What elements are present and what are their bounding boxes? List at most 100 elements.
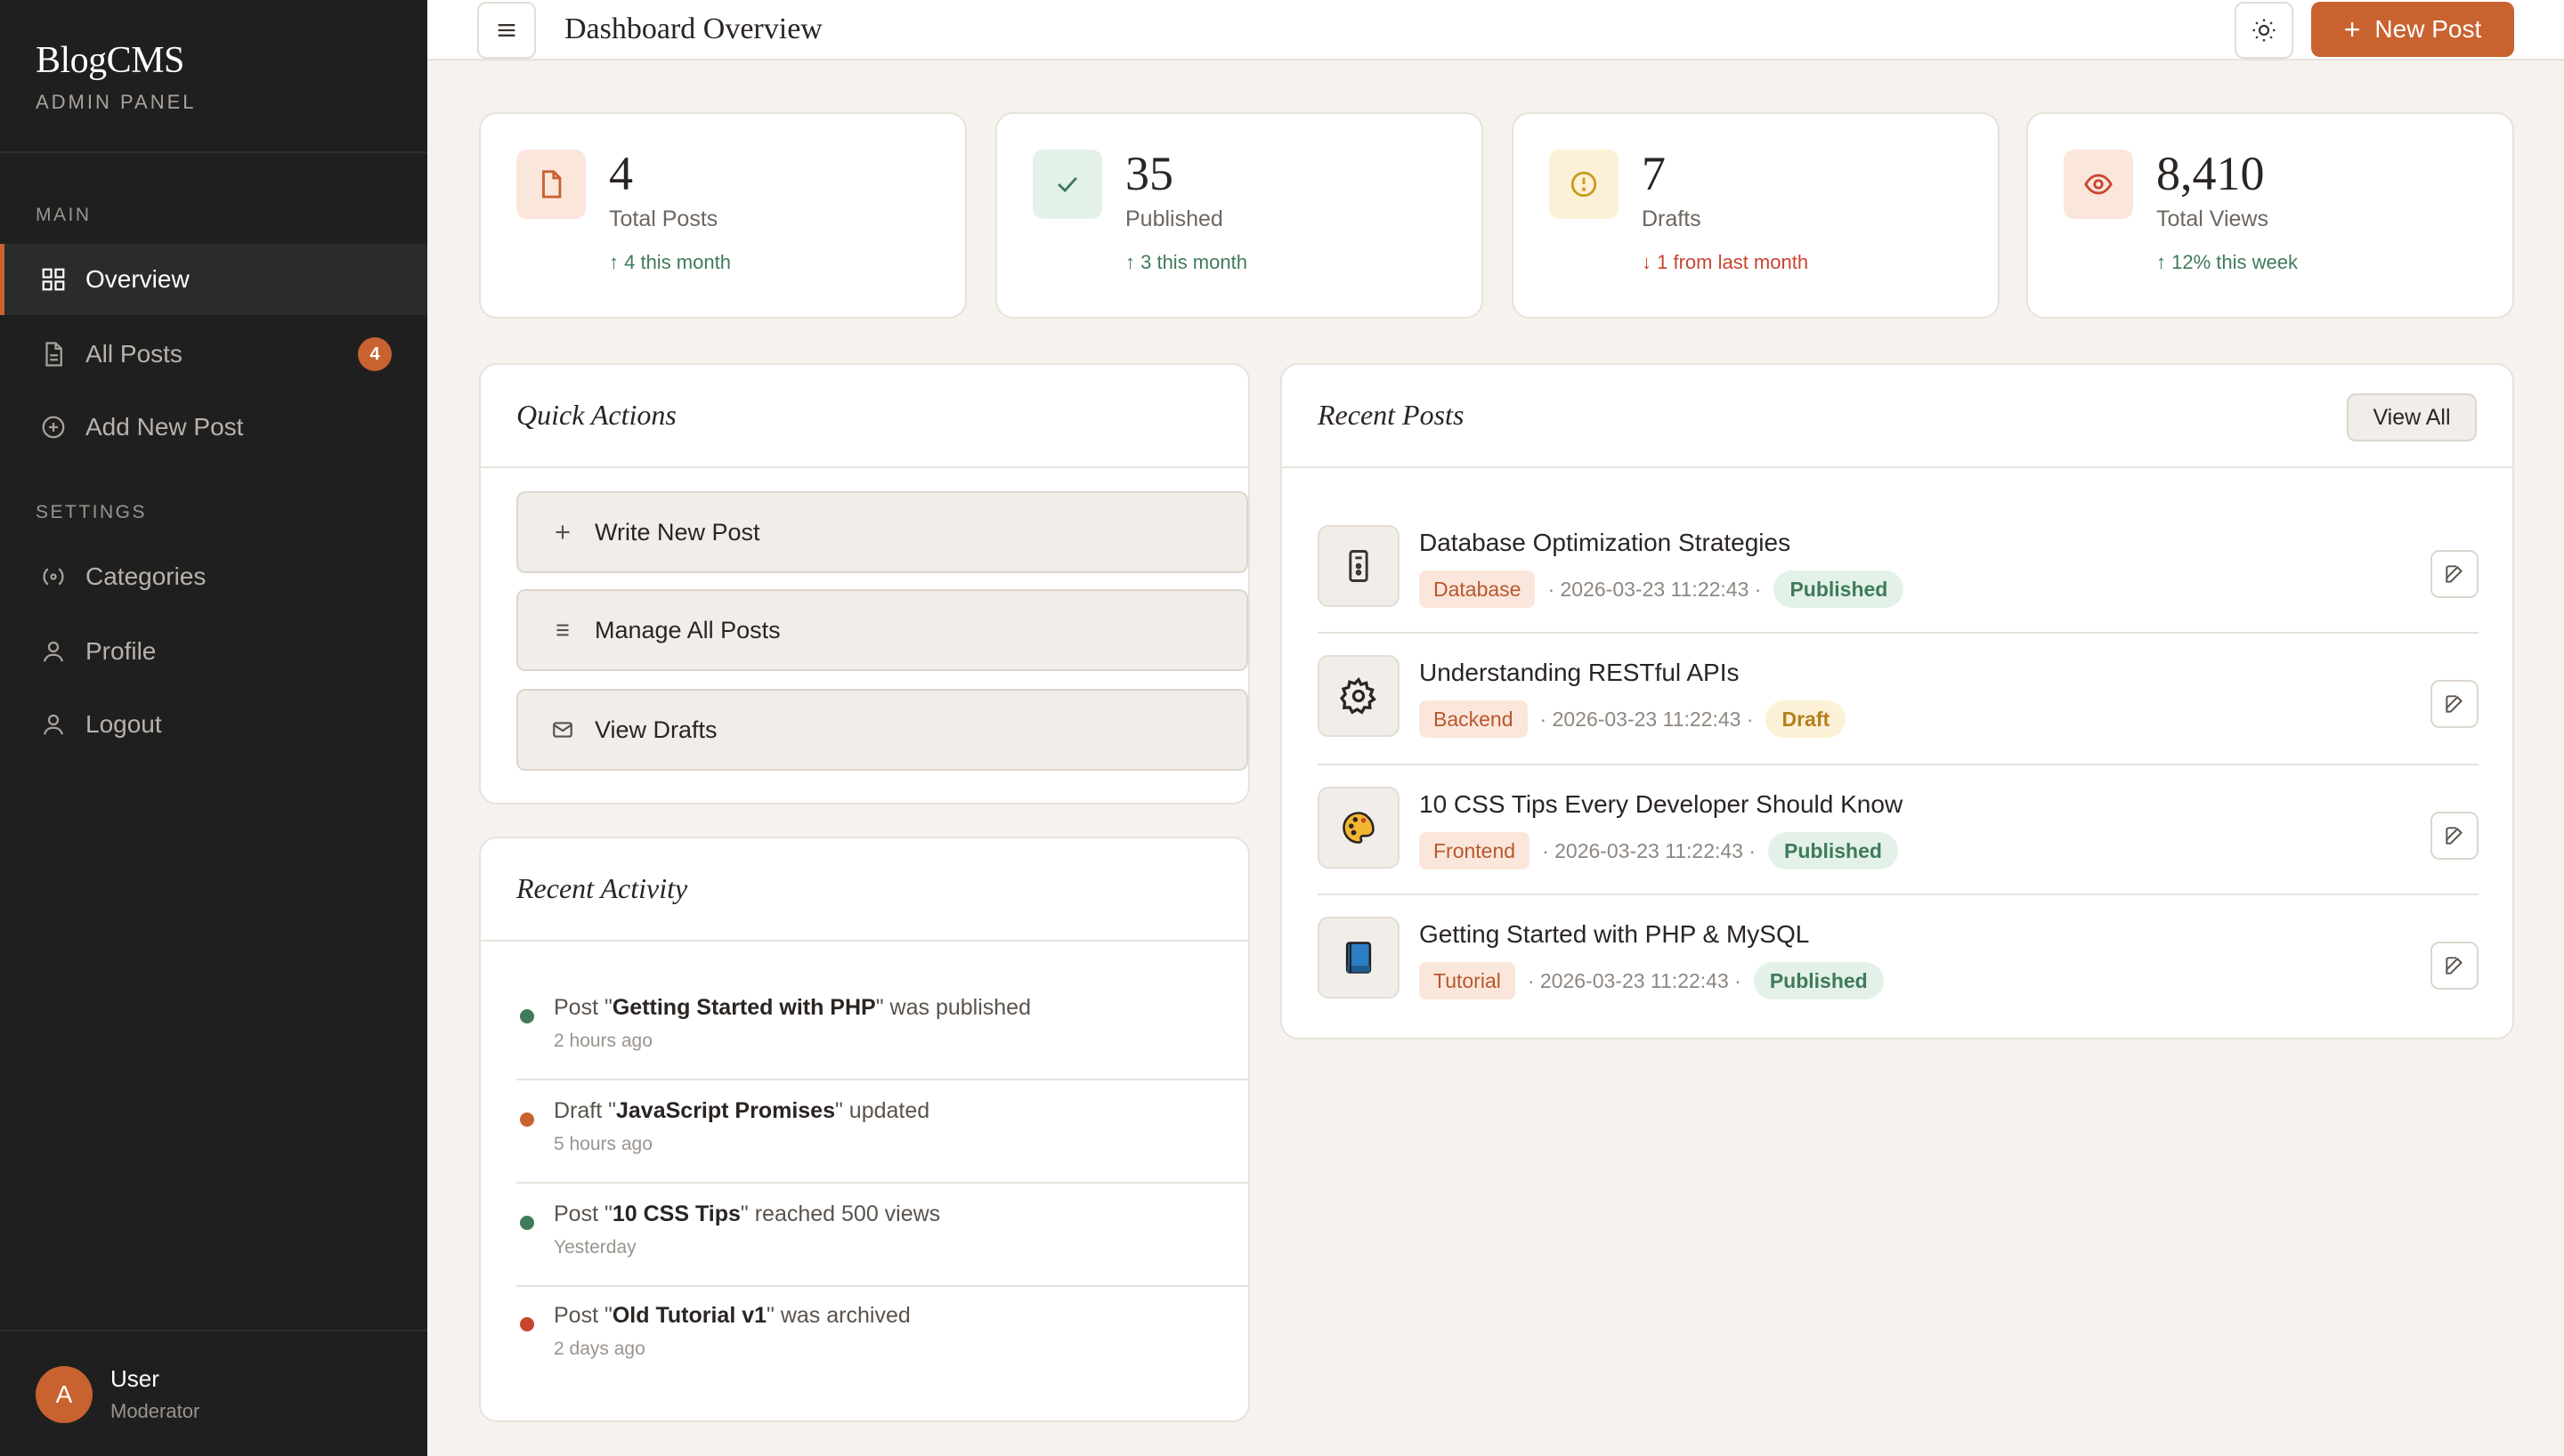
- sidebar-item-overview[interactable]: Overview: [0, 244, 427, 315]
- status-badge: Published: [1753, 962, 1884, 999]
- menu-toggle-button[interactable]: [477, 2, 536, 59]
- user-icon: [39, 637, 68, 666]
- post-title[interactable]: Understanding RESTful APIs: [1419, 659, 1740, 687]
- new-post-button[interactable]: + New Post: [2311, 2, 2514, 57]
- eye-icon: [2064, 150, 2133, 219]
- post-title[interactable]: 10 CSS Tips Every Developer Should Know: [1419, 790, 1903, 819]
- stat-label: Total Posts: [609, 206, 718, 231]
- activity-dot: [520, 1317, 534, 1331]
- category-tag: Database: [1419, 570, 1536, 608]
- brand-subtitle: ADMIN PANEL: [36, 91, 197, 113]
- stat-trend: ↑ 3 this month: [1125, 251, 1247, 273]
- plus-icon: +: [2343, 12, 2361, 45]
- sidebar-item-label: Overview: [85, 265, 190, 293]
- brand[interactable]: BlogCMS ADMIN PANEL: [36, 39, 197, 114]
- activity-dot: [520, 1112, 534, 1127]
- list-icon: [550, 618, 575, 643]
- tag-icon: [39, 562, 68, 591]
- write-new-post-button[interactable]: Write New Post: [516, 491, 1248, 573]
- sidebar-item-categories[interactable]: Categories: [0, 541, 427, 612]
- server-icon: [1318, 525, 1400, 607]
- view-drafts-button[interactable]: View Drafts: [516, 689, 1248, 771]
- post-divider: [1318, 894, 2479, 895]
- button-label: View Drafts: [595, 716, 718, 743]
- panel-header: Recent Posts View All: [1282, 365, 2512, 468]
- stat-value: 4: [609, 147, 633, 200]
- post-date: · 2026-03-23 11:22:43 ·: [1542, 838, 1757, 862]
- activity-divider: [516, 1079, 1248, 1080]
- post-meta: Database · 2026-03-23 11:22:43 · Publish…: [1419, 570, 1904, 609]
- panel-title: Quick Actions: [516, 399, 677, 431]
- edit-post-button[interactable]: [2430, 680, 2479, 728]
- sidebar-item-logout[interactable]: Logout: [0, 689, 427, 760]
- file-icon: [516, 150, 586, 219]
- stat-label: Published: [1125, 206, 1223, 231]
- theme-toggle-button[interactable]: [2235, 2, 2293, 59]
- stat-value: 7: [1642, 147, 1666, 200]
- stat-trend: ↑ 4 this month: [609, 251, 731, 273]
- activity-time: Yesterday: [554, 1237, 637, 1258]
- document-icon: [39, 340, 68, 368]
- post-row[interactable]: Understanding RESTful APIs Backend · 202…: [1318, 655, 2479, 785]
- status-badge: Draft: [1765, 700, 1846, 738]
- quick-actions-panel: Quick Actions Write New Post Manage All …: [479, 363, 1250, 805]
- post-row[interactable]: 10 CSS Tips Every Developer Should Know …: [1318, 787, 2479, 917]
- edit-post-button[interactable]: [2430, 942, 2479, 990]
- category-tag: Tutorial: [1419, 962, 1515, 999]
- post-meta: Backend · 2026-03-23 11:22:43 · Draft: [1419, 700, 1846, 739]
- activity-text: Post "10 CSS Tips" reached 500 views: [554, 1201, 941, 1226]
- sidebar-item-label: Profile: [85, 637, 157, 665]
- activity-text: Draft "JavaScript Promises" updated: [554, 1098, 930, 1123]
- activity-time: 5 hours ago: [554, 1134, 653, 1154]
- category-tag: Frontend: [1419, 832, 1530, 870]
- edit-icon: [2446, 565, 2463, 583]
- edit-post-button[interactable]: [2430, 812, 2479, 860]
- brand-name: BlogCMS: [36, 40, 184, 81]
- post-row[interactable]: Getting Started with PHP & MySQL Tutoria…: [1318, 917, 2479, 1038]
- status-badge: Published: [1768, 832, 1898, 870]
- post-divider: [1318, 632, 2479, 634]
- edit-icon: [2446, 957, 2463, 975]
- top-header: Dashboard Overview + New Post: [427, 0, 2564, 61]
- sidebar-item-profile[interactable]: Profile: [0, 616, 427, 687]
- activity-divider: [516, 1285, 1248, 1287]
- user-name: User: [110, 1365, 159, 1392]
- stat-label: Total Views: [2156, 206, 2268, 231]
- sidebar-item-all-posts[interactable]: All Posts 4: [0, 319, 427, 390]
- edit-icon: [2446, 695, 2463, 713]
- stat-value: 8,410: [2156, 147, 2265, 200]
- recent-posts-panel: Recent Posts View All Database Optimizat…: [1280, 363, 2514, 1039]
- sidebar-item-label: Logout: [85, 710, 162, 738]
- status-badge: Published: [1773, 570, 1904, 608]
- view-all-button[interactable]: View All: [2347, 393, 2477, 441]
- sidebar-item-add-new-post[interactable]: Add New Post: [0, 392, 427, 463]
- posts-count-badge: 4: [358, 337, 392, 371]
- activity-dot: [520, 1009, 534, 1023]
- plus-icon: [550, 520, 575, 545]
- stat-label: Drafts: [1642, 206, 1701, 231]
- post-row[interactable]: Database Optimization Strategies Databas…: [1318, 525, 2479, 655]
- check-icon: [1033, 150, 1102, 219]
- edit-post-button[interactable]: [2430, 550, 2479, 598]
- activity-time: 2 days ago: [554, 1339, 645, 1359]
- post-title[interactable]: Database Optimization Strategies: [1419, 529, 1790, 557]
- post-title[interactable]: Getting Started with PHP & MySQL: [1419, 920, 1809, 949]
- sidebar-item-label: All Posts: [85, 340, 183, 368]
- sidebar-item-label: Add New Post: [85, 413, 244, 441]
- manage-all-posts-button[interactable]: Manage All Posts: [516, 589, 1248, 671]
- post-date: · 2026-03-23 11:22:43 ·: [1539, 707, 1754, 731]
- post-date: · 2026-03-23 11:22:43 ·: [1547, 577, 1762, 601]
- user-role: Moderator: [110, 1400, 200, 1422]
- sidebar-divider: [0, 1330, 427, 1331]
- sun-icon: [2252, 19, 2276, 42]
- activity-time: 2 hours ago: [554, 1031, 653, 1051]
- user-menu[interactable]: A User Moderator: [36, 1365, 199, 1423]
- stat-card-drafts: 7 Drafts ↓ 1 from last month: [1512, 112, 2000, 319]
- sidebar-divider: [0, 151, 427, 153]
- stat-trend: ↓ 1 from last month: [1642, 251, 1809, 273]
- button-label: Manage All Posts: [595, 616, 781, 643]
- button-label: Write New Post: [595, 518, 760, 546]
- grid-icon: [39, 265, 68, 294]
- category-tag: Backend: [1419, 700, 1528, 738]
- stat-value: 35: [1125, 147, 1173, 200]
